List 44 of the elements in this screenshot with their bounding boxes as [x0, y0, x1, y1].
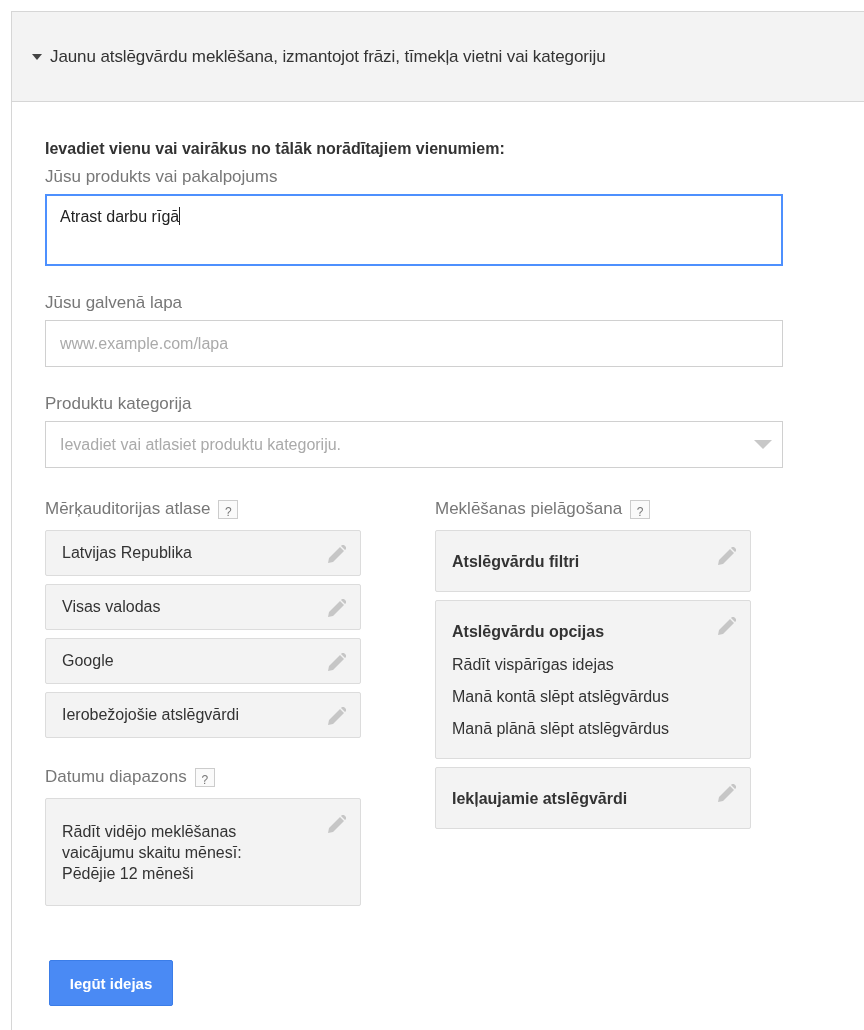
option-card[interactable]: Atslēgvārdu opcijas Rādīt vispārīgas idejas Manā kontā slēpt atslēgvārdus Manā plānā slēpt atslēgvārdus: [435, 600, 751, 759]
card-title: Atslēgvārdu opcijas: [452, 622, 606, 642]
instruction-text: Ievadiet vienu vai vairākus no tālāk norādītajiem vienumiem:: [45, 139, 506, 159]
card-text: Google: [62, 652, 114, 670]
card-text: Manā kontā slēpt atslēgvārdus: [452, 687, 670, 707]
section-label: Datumu diapazons: [45, 766, 187, 788]
section-label: Mērķauditorijas atlase: [45, 498, 211, 520]
field-label: Jūsu galvenā lapa: [45, 292, 184, 314]
card-text: Pēdējie 12 mēneši: [62, 864, 195, 884]
date-range-card[interactable]: Rādīt vidējo meklēšanas vaicājumu skaitu mēnesī: Pēdējie 12 mēneši: [45, 798, 361, 906]
card-text: Ierobežojošie atslēgvārdi: [62, 706, 239, 724]
card-text: vaicājumu skaitu mēnesī:: [62, 843, 242, 863]
card-text: Rādīt vispārīgas idejas: [452, 655, 615, 675]
pencil-icon[interactable]: [328, 599, 346, 617]
section-label: Meklēšanas pielāgošana: [435, 498, 623, 520]
pencil-icon[interactable]: [328, 815, 346, 833]
card-title: Atslēgvārdu filtri: [452, 552, 580, 572]
help-button[interactable]: ?: [630, 499, 651, 519]
pencil-icon[interactable]: [718, 784, 736, 802]
pencil-icon[interactable]: [328, 707, 346, 725]
pencil-icon[interactable]: [718, 617, 736, 635]
help-button[interactable]: ?: [218, 499, 239, 519]
card-text: Manā plānā slēpt atslēgvārdus: [452, 719, 670, 739]
pencil-icon[interactable]: [328, 653, 346, 671]
url-field[interactable]: www.example.com/lapa: [45, 320, 783, 367]
targeting-card[interactable]: Google: [45, 638, 361, 684]
targeting-card[interactable]: Latvijas Republika: [45, 530, 361, 576]
caret-icon: [32, 53, 42, 60]
targeting-card[interactable]: Ierobežojošie atslēgvārdi: [45, 692, 361, 738]
pencil-icon[interactable]: [718, 547, 736, 565]
section-toggle[interactable]: Jaunu atslēgvārdu meklēšana, izmantojot frāzi, tīmekļa vietni vai kategoriju: [32, 46, 606, 67]
dropdown-arrow-icon: [754, 440, 772, 449]
card-text: Visas valodas: [62, 598, 161, 616]
field-label: Jūsu produkts vai pakalpojums: [45, 166, 279, 188]
pencil-icon[interactable]: [328, 545, 346, 563]
card-text: Latvijas Republika: [62, 544, 192, 562]
card-text: Rādīt vidējo meklēšanas: [62, 822, 238, 842]
targeting-card[interactable]: Visas valodas: [45, 584, 361, 630]
help-button[interactable]: ?: [194, 767, 215, 787]
option-card[interactable]: Atslēgvārdu filtri: [435, 530, 751, 592]
card-title: Iekļaujamie atslēgvārdi: [452, 789, 628, 809]
option-card[interactable]: Iekļaujamie atslēgvārdi: [435, 767, 751, 829]
field-label: Produktu kategorija: [45, 393, 193, 415]
text-area[interactable]: Atrast darbu rīgā: [45, 194, 783, 266]
